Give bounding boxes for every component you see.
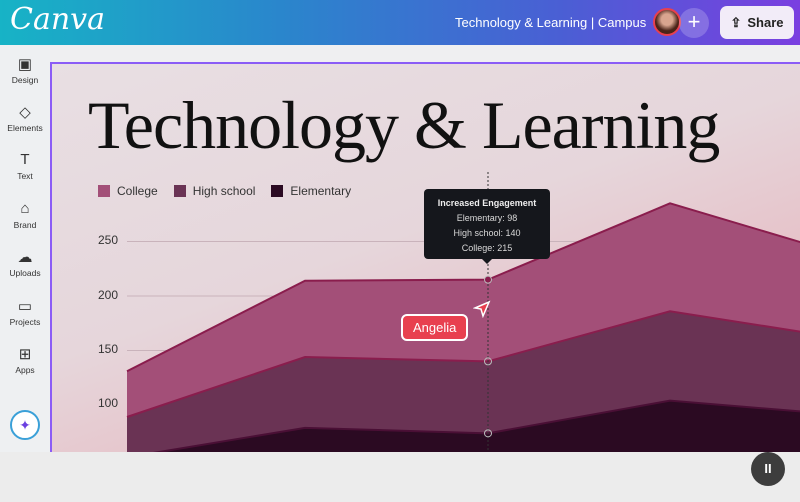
brand-icon: ⌂ (20, 200, 30, 217)
y-tick-label: 250 (98, 233, 119, 247)
share-button[interactable]: ⇪ Share (720, 6, 794, 39)
sidebar-item-apps[interactable]: ⊞ Apps (0, 345, 50, 375)
y-tick-label: 150 (98, 342, 119, 356)
page-title[interactable]: Technology & Learning (88, 86, 720, 165)
text-icon: T (20, 151, 30, 168)
sidebar-item-projects[interactable]: ▭ Projects (0, 297, 50, 327)
legend-swatch (98, 185, 110, 197)
sidebar-item-elements[interactable]: ◇ Elements (0, 103, 50, 133)
legend-swatch (271, 185, 284, 197)
chart-tooltip: Increased Engagement Elementary: 98 High… (424, 189, 550, 264)
collaborator-label: Angelia (401, 314, 469, 341)
legend-item-college: College (98, 184, 158, 198)
legend-item-high-school: High school (173, 184, 256, 198)
sidebar-label: Text (17, 171, 33, 181)
folder-icon: ▭ (17, 298, 33, 315)
chart-legend: College High school Elementary (98, 184, 351, 198)
avatar[interactable] (653, 8, 681, 36)
pause-button[interactable]: II (751, 452, 785, 486)
legend-label: Elementary (290, 184, 352, 198)
design-icon: ▣ (17, 56, 33, 73)
sidebar-label: Projects (9, 317, 41, 327)
tooltip-line: College: 215 (461, 243, 513, 253)
y-tick-label: 100 (98, 396, 119, 410)
sidebar-item-design[interactable]: ▣ Design (0, 55, 50, 85)
sidebar-item-uploads[interactable]: ☁ Uploads (0, 248, 50, 278)
legend-label: College (117, 184, 158, 198)
document-title[interactable]: Technology & Learning | Campus (455, 15, 646, 30)
tooltip-title: Increased Engagement (437, 198, 537, 208)
upload-icon: ⇪ (730, 14, 742, 30)
legend-item-elementary: Elementary (271, 184, 351, 198)
sidebar-label: Brand (13, 220, 37, 230)
sidebar-label: Design (11, 75, 39, 85)
sidebar-item-brand[interactable]: ⌂ Brand (0, 200, 50, 230)
top-bar: Canva Technology & Learning | Campus + ⇪… (0, 0, 800, 45)
design-canvas[interactable]: Technology & Learning College High schoo… (50, 62, 800, 452)
collaborator-cursor-icon (473, 300, 491, 318)
bottom-bar (0, 452, 800, 502)
hover-point (484, 275, 492, 284)
sidebar: ▣ Design ◇ Elements T Text ⌂ Brand ☁ Uploads … (0, 45, 50, 452)
sidebar-label: Apps (15, 365, 35, 375)
sidebar-label: Uploads (9, 268, 41, 278)
apps-icon: ⊞ (18, 346, 32, 363)
tooltip-line: Elementary: 98 (456, 213, 518, 223)
add-collaborator-button[interactable]: + (679, 8, 709, 38)
magic-sparkle-icon[interactable]: ✦ (10, 410, 40, 440)
sidebar-item-text[interactable]: T Text (0, 151, 50, 181)
tooltip-line: High school: 140 (453, 228, 521, 238)
share-label: Share (747, 15, 784, 30)
legend-label: High school (192, 184, 256, 198)
sidebar-label: Elements (7, 123, 43, 133)
legend-swatch (173, 185, 186, 197)
elements-icon: ◇ (19, 104, 31, 121)
cloud-upload-icon: ☁ (17, 249, 33, 266)
y-tick-label: 200 (98, 288, 119, 302)
canva-logo[interactable]: Canva (10, 2, 105, 37)
